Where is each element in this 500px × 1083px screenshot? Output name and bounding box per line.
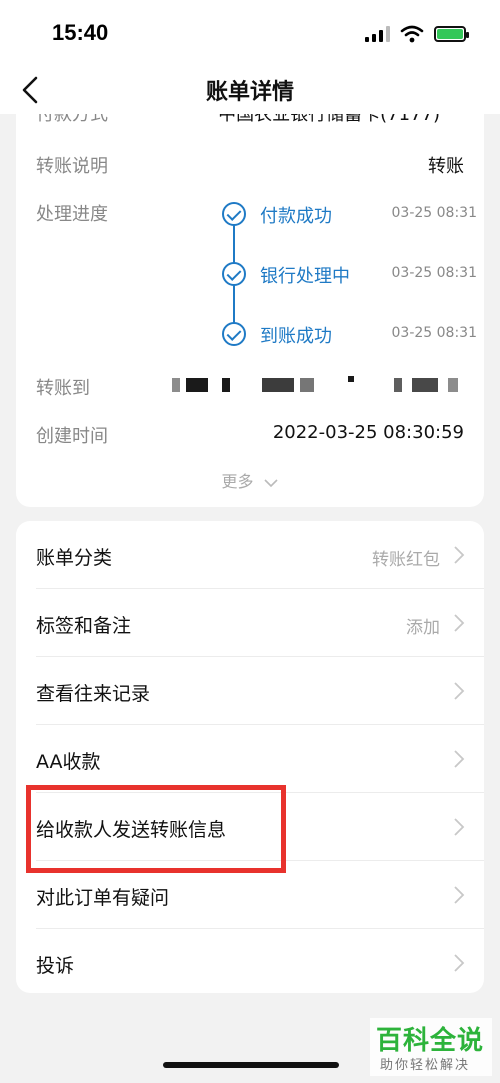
timeline-step: 银行处理中 03-25 08:31: [222, 262, 477, 287]
step-time: 03-25 08:31: [391, 265, 477, 281]
check-circle-icon: [222, 202, 246, 226]
progress-timeline: 付款成功 03-25 08:31 银行处理中 03-25 08:31 到账成功 …: [222, 202, 477, 352]
status-icons: [365, 24, 469, 44]
check-circle-icon: [222, 322, 246, 346]
home-indicator[interactable]: [163, 1062, 339, 1068]
check-circle-icon: [222, 262, 246, 286]
menu-value: 添加: [406, 618, 440, 638]
payment-method-value: 中国农业银行储蓄卡(7177): [218, 114, 440, 125]
step-time: 03-25 08:31: [391, 205, 477, 221]
menu-label: 投诉: [36, 955, 75, 977]
menu-item-send-transfer-info[interactable]: 给收款人发送转账信息: [16, 793, 484, 861]
redacted-recipient: [172, 376, 464, 394]
transfer-to-label: 转账到: [36, 378, 90, 399]
status-time: 15:40: [52, 20, 109, 45]
created-time-label: 创建时间: [36, 426, 108, 447]
progress-label: 处理进度: [36, 204, 108, 225]
watermark-title: 百科全说: [376, 1026, 485, 1056]
watermark-subtitle: 助你轻松解决: [380, 1058, 471, 1073]
page-title: 账单详情: [205, 80, 294, 105]
timeline-step: 付款成功 03-25 08:31: [222, 202, 477, 227]
chevron-right-icon: [454, 750, 465, 768]
remark-value: 转账: [428, 156, 464, 177]
menu-label: AA收款: [36, 751, 101, 773]
menu-item-history[interactable]: 查看往来记录: [16, 657, 484, 725]
step-text: 到账成功: [260, 326, 332, 347]
menu-item-bill-category[interactable]: 账单分类 转账红包: [16, 521, 484, 589]
menu-item-complaint[interactable]: 投诉: [16, 929, 484, 997]
step-text: 银行处理中: [260, 266, 350, 287]
chevron-right-icon: [454, 818, 465, 836]
created-time-value: 2022-03-25 08:30:59: [272, 422, 464, 443]
menu-label: 给收款人发送转账信息: [36, 819, 227, 841]
battery-icon: [434, 26, 469, 42]
remark-label: 转账说明: [36, 156, 108, 177]
menu-label: 账单分类: [36, 547, 113, 569]
cellular-signal-icon: [365, 26, 390, 42]
more-button[interactable]: 更多: [16, 468, 484, 492]
more-label: 更多: [221, 472, 254, 491]
menu-label: 查看往来记录: [36, 683, 151, 705]
status-bar: 15:40: [0, 0, 500, 66]
bill-actions-card: 账单分类 转账红包 标签和备注 添加 查看往来记录 AA收款 给收款人发送转账信…: [16, 521, 484, 993]
menu-label: 对此订单有疑问: [36, 887, 170, 909]
menu-item-tags-notes[interactable]: 标签和备注 添加: [16, 589, 484, 657]
payment-method-row: 付款方式 中国农业银行储蓄卡(7177): [16, 114, 484, 126]
chevron-down-icon: [263, 478, 278, 487]
menu-item-order-question[interactable]: 对此订单有疑问: [16, 861, 484, 929]
wifi-icon: [400, 25, 424, 43]
payment-method-label: 付款方式: [36, 114, 108, 125]
watermark-logo: 百科全说 助你轻松解决: [370, 1018, 492, 1076]
step-text: 付款成功: [260, 206, 332, 227]
menu-value: 转账红包: [372, 550, 440, 570]
bill-detail-card: 付款方式 中国农业银行储蓄卡(7177) 转账说明 转账 处理进度 付款成功 0…: [16, 114, 484, 507]
chevron-right-icon: [454, 614, 465, 632]
chevron-right-icon: [454, 886, 465, 904]
menu-label: 标签和备注: [36, 615, 132, 637]
timeline-step: 到账成功 03-25 08:31: [222, 322, 477, 347]
chevron-right-icon: [454, 954, 465, 972]
nav-bar: 账单详情: [0, 66, 500, 114]
chevron-right-icon: [454, 546, 465, 564]
step-time: 03-25 08:31: [391, 325, 477, 341]
chevron-right-icon: [454, 682, 465, 700]
menu-item-aa-collect[interactable]: AA收款: [16, 725, 484, 793]
